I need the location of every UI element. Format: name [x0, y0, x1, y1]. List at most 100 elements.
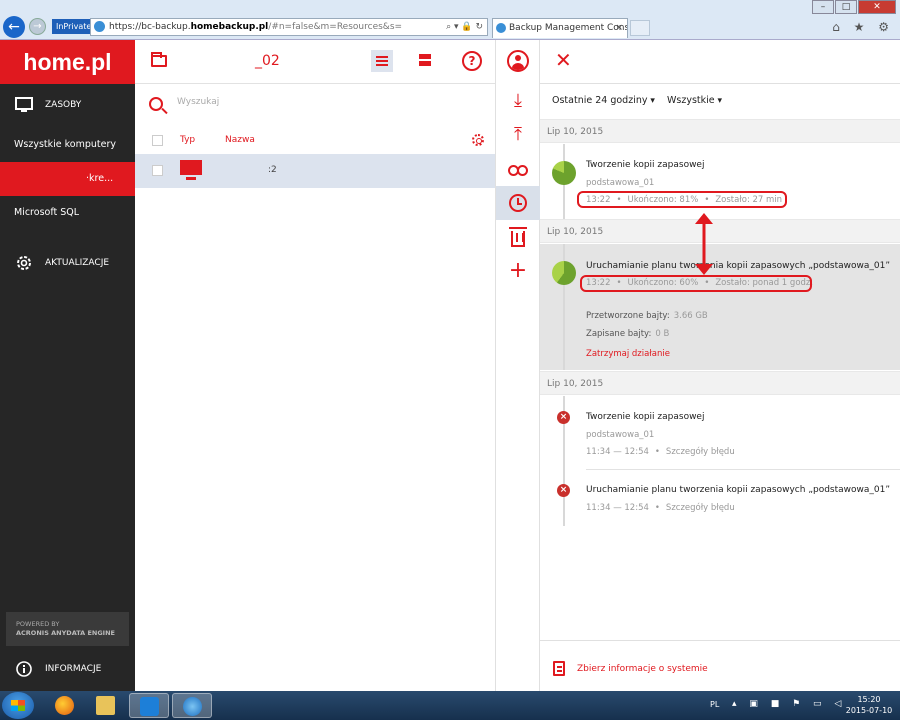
forward-arrow-icon[interactable]: → [29, 18, 46, 35]
firefox-icon [55, 696, 74, 715]
upload-icon: ⤒ [514, 124, 522, 145]
browser-tab-backup-console[interactable]: Backup Management Cons... × [492, 18, 628, 38]
folder-icon [96, 696, 115, 715]
column-name[interactable]: Nazwa [225, 135, 255, 145]
logo[interactable]: home.pl [0, 40, 135, 84]
monitor-icon [14, 95, 34, 115]
internet-explorer-icon [183, 697, 202, 716]
resources-header: _02 ? [135, 40, 495, 84]
processed-bytes-label: Przetworzone bajty: [586, 311, 670, 321]
activity-title: Uruchamianie planu tworzenia kopii zapas… [586, 485, 891, 495]
address-bar[interactable]: https://bc-backup.homebackup.pl/#n=false… [90, 18, 488, 36]
taskbar: PL ▴ ▣ ■ ⚑ ▭ ◁ 15:20 2015-07-10 [0, 691, 900, 720]
minimize-button[interactable]: – [812, 0, 834, 14]
new-tab-button[interactable] [630, 20, 650, 36]
activity-title: Tworzenie kopii zapasowej [586, 412, 705, 422]
browser-chrome: ← → InPrivate https://bc-backup.homeback… [0, 0, 900, 40]
tray-icons[interactable]: ▴ ▣ ■ ⚑ ▭ ◁ [732, 699, 846, 709]
resource-name: _02 [255, 53, 280, 69]
activity-title: Tworzenie kopii zapasowej [586, 160, 705, 170]
activity-entry[interactable]: × Tworzenie kopii zapasowej podstawowa_0… [540, 396, 900, 526]
search-row [135, 84, 495, 126]
taskbar-firefox[interactable] [45, 693, 85, 718]
saved-bytes-label: Zapisane bajty: [586, 329, 652, 339]
taskbar-explorer[interactable] [86, 693, 126, 718]
details-button[interactable] [496, 152, 540, 186]
taskbar-teamviewer[interactable] [129, 693, 169, 718]
search-icon[interactable] [149, 97, 163, 111]
user-icon [507, 50, 529, 72]
error-icon: × [557, 484, 570, 497]
table-row[interactable]: :2 [135, 154, 495, 188]
activity-subtitle: podstawowa_01 [586, 430, 655, 440]
powered-by-badge: POWERED BY ACRONIS ANYDATA ENGINE [6, 612, 129, 646]
column-settings-gear-icon[interactable] [472, 134, 484, 146]
delete-button[interactable] [496, 220, 540, 254]
row-name: :2 [268, 165, 277, 175]
add-button[interactable]: + [496, 254, 540, 288]
folder-icon[interactable] [151, 52, 167, 67]
type-filter-dropdown[interactable]: Wszystkie [667, 95, 722, 106]
column-type[interactable]: Typ [180, 135, 195, 145]
home-favorites-settings-icons[interactable]: ⌂ ★ ⚙ [832, 20, 894, 34]
sidebar-section-resources[interactable]: ZASOBY [0, 84, 135, 126]
saved-bytes-value: 0 B [655, 329, 670, 339]
double-arrow-annotation-icon [695, 213, 713, 275]
sidebar-item-all-computers[interactable]: Wszystkie komputery [0, 128, 135, 162]
clock-icon [509, 194, 527, 212]
powered-by-engine: ACRONIS ANYDATA ENGINE [16, 629, 115, 637]
info-icon [14, 659, 34, 679]
error-details-link[interactable]: Szczegóły błędu [666, 503, 735, 513]
close-icon[interactable]: ✕ [555, 50, 572, 70]
backup-button[interactable]: ⤒ [496, 118, 540, 152]
stop-activity-link[interactable]: Zatrzymaj działanie [586, 349, 670, 359]
sidebar-section-updates[interactable]: AKTUALIZACJE [0, 242, 135, 284]
help-icon[interactable]: ? [462, 51, 482, 71]
search-input[interactable] [177, 97, 457, 107]
language-indicator[interactable]: PL [710, 700, 719, 709]
period-filter-dropdown[interactable]: Ostatnie 24 godziny [552, 95, 655, 106]
sidebar-section-label: ZASOBY [45, 100, 82, 110]
plus-icon: + [508, 258, 528, 283]
recover-button[interactable]: ⤓ [496, 84, 540, 118]
url-prefix: https://bc-backup. [109, 22, 191, 32]
tile-view-icon[interactable] [419, 54, 431, 68]
processed-bytes: Przetworzone bajty: 3.66 GB [586, 311, 708, 321]
document-icon [553, 661, 565, 676]
back-arrow-icon[interactable]: ← [3, 16, 25, 38]
progress-pie-icon [552, 261, 576, 285]
activity-entry[interactable]: Tworzenie kopii zapasowej podstawowa_01 … [540, 144, 900, 219]
activity-meta: 11:34 — 12:54 • Szczegóły błędu [586, 447, 735, 457]
maximize-button[interactable]: □ [835, 0, 857, 14]
sidebar-item-microsoft-sql[interactable]: Microsoft SQL [0, 196, 135, 230]
select-all-checkbox[interactable] [152, 135, 163, 146]
activity-meta: 11:34 — 12:54 • Szczegóły błędu [586, 503, 735, 513]
tab-title: Backup Management Cons... [509, 23, 628, 33]
ie-site-icon [94, 21, 105, 32]
activities-button[interactable] [496, 186, 540, 220]
tab-close-icon[interactable]: × [615, 19, 623, 37]
collect-system-info-link[interactable]: Zbierz informacje o systemie [577, 664, 708, 674]
activity-time: 11:34 — 12:54 [586, 503, 649, 513]
panel-footer: Zbierz informacje o systemie [540, 640, 900, 691]
table-header: Typ Nazwa [135, 126, 495, 154]
address-tools-icons[interactable]: ⌕ ▾ 🔒 ↻ [446, 19, 483, 35]
activity-time: 11:34 — 12:54 [586, 447, 649, 457]
sidebar-section-label: AKTUALIZACJE [45, 258, 110, 268]
start-button-icon[interactable] [2, 692, 34, 719]
activity-title: Uruchamianie planu tworzenia kopii zapas… [586, 261, 891, 271]
highlight-annotation [577, 191, 787, 208]
list-view-icon[interactable] [371, 50, 393, 72]
row-checkbox[interactable] [152, 165, 163, 176]
sidebar-item-selected[interactable]: ·kre... [0, 162, 135, 196]
taskbar-internet-explorer[interactable] [172, 693, 212, 718]
sidebar-section-info[interactable]: INFORMACJE [0, 648, 135, 690]
activity-entry-expanded[interactable]: Uruchamianie planu tworzenia kopii zapas… [540, 244, 900, 370]
teamviewer-icon [140, 697, 159, 716]
date-group-header: Lip 10, 2015 [540, 219, 900, 243]
account-button[interactable] [496, 44, 540, 78]
action-toolbar: ⤓ ⤒ + [495, 40, 540, 691]
taskbar-clock[interactable]: 15:20 2015-07-10 [842, 694, 896, 716]
error-details-link[interactable]: Szczegóły błędu [666, 447, 735, 457]
window-close-button[interactable]: ✕ [858, 0, 896, 14]
